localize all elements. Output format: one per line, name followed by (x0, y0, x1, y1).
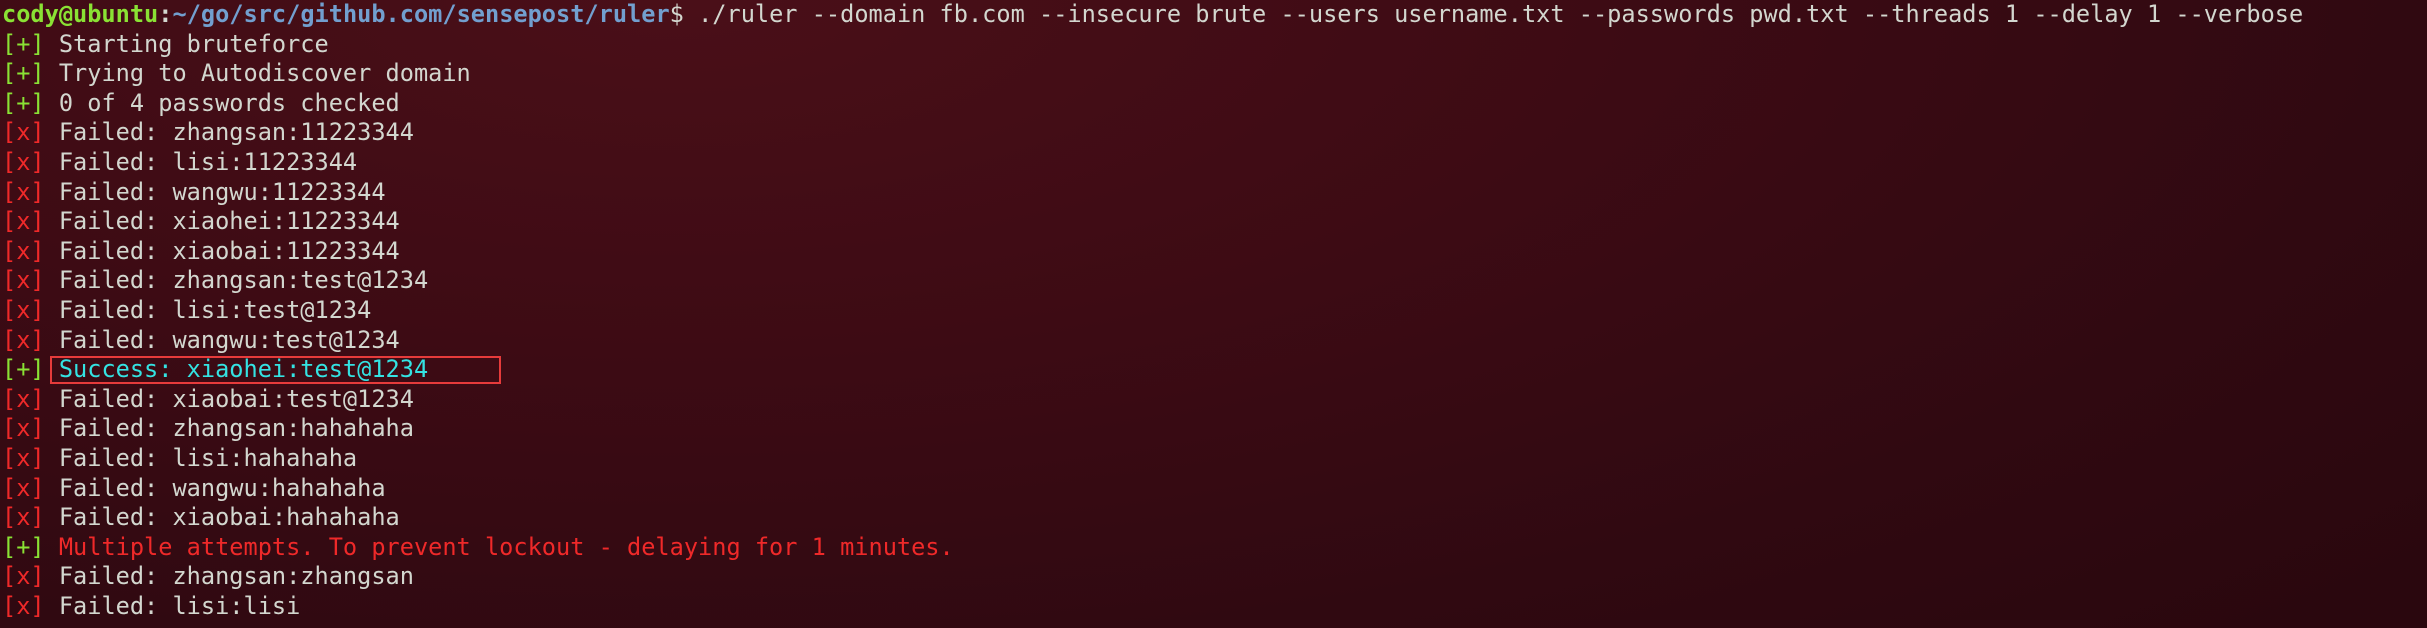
output-line-success: [+] Success: xiaohei:test@1234 (2, 355, 2427, 385)
output-line: [x] Failed: zhangsan:11223344 (2, 118, 2427, 148)
line-message: Failed: lisi:test@1234 (44, 295, 372, 324)
command-text: ./ruler --domain fb.com --insecure brute… (683, 0, 2304, 28)
prompt-path: ~/go/src/github.com/sensepost/ruler (172, 0, 670, 28)
output-line: [x] Failed: wangwu:hahahaha (2, 474, 2427, 504)
line-message: Failed: zhangsan:test@1234 (44, 266, 429, 295)
line-message: Failed: wangwu:hahahaha (44, 473, 386, 502)
output-line: [x] Failed: lisi:test@1234 (2, 296, 2427, 326)
output-line: [x] Failed: wangwu:test@1234 (2, 326, 2427, 356)
line-message: Failed: lisi:hahahaha (44, 443, 358, 472)
prompt-symbol: $ (669, 0, 684, 28)
ok-tag: [+] (2, 532, 45, 561)
fail-tag: [x] (2, 207, 45, 236)
terminal-window[interactable]: cody@ubuntu:~/go/src/github.com/sensepos… (0, 0, 2427, 628)
line-message: Failed: zhangsan:hahahaha (44, 414, 414, 443)
fail-tag: [x] (2, 177, 45, 206)
fail-tag: [x] (2, 118, 45, 147)
output-line: [x] Failed: wangwu:11223344 (2, 178, 2427, 208)
line-message: Failed: wangwu:11223344 (44, 177, 386, 206)
fail-tag: [x] (2, 384, 45, 413)
output-line: [+] 0 of 4 passwords checked (2, 89, 2427, 119)
fail-tag: [x] (2, 295, 45, 324)
output-line: [x] Failed: lisi:hahahaha (2, 444, 2427, 474)
line-message: 0 of 4 passwords checked (44, 88, 400, 117)
prompt-user-host: cody@ubuntu (2, 0, 159, 28)
fail-tag: [x] (2, 414, 45, 443)
terminal-output: [+] Starting bruteforce [+] Trying to Aut… (2, 30, 2427, 622)
line-message: Multiple attempts. To prevent lockout - … (44, 532, 954, 561)
fail-tag: [x] (2, 266, 45, 295)
output-line: [+] Starting bruteforce (2, 30, 2427, 60)
fail-tag: [x] (2, 503, 45, 532)
ok-tag: [+] (2, 355, 45, 384)
line-message: Failed: zhangsan:11223344 (44, 118, 414, 147)
output-line: [x] Failed: zhangsan:test@1234 (2, 266, 2427, 296)
output-line: [x] Failed: xiaobai:hahahaha (2, 503, 2427, 533)
output-line: [x] Failed: lisi:11223344 (2, 148, 2427, 178)
line-message: Failed: lisi:lisi (44, 591, 301, 620)
fail-tag: [x] (2, 325, 45, 354)
line-message: Failed: xiaobai:hahahaha (44, 503, 400, 532)
line-message: Success: xiaohei:test@1234 (44, 355, 429, 384)
line-message: Failed: lisi:11223344 (44, 147, 358, 176)
line-message: Failed: xiaohei:11223344 (44, 207, 400, 236)
fail-tag: [x] (2, 473, 45, 502)
output-line: [x] Failed: xiaohei:11223344 (2, 207, 2427, 237)
fail-tag: [x] (2, 591, 45, 620)
line-message: Failed: wangwu:test@1234 (44, 325, 400, 354)
output-line: [x] Failed: xiaobai:test@1234 (2, 385, 2427, 415)
ok-tag: [+] (2, 29, 45, 58)
line-message: Failed: xiaobai:11223344 (44, 236, 400, 265)
line-message: Failed: xiaobai:test@1234 (44, 384, 414, 413)
prompt-line: cody@ubuntu:~/go/src/github.com/sensepos… (2, 0, 2427, 30)
fail-tag: [x] (2, 443, 45, 472)
line-message: Starting bruteforce (44, 29, 329, 58)
output-line: [x] Failed: zhangsan:hahahaha (2, 414, 2427, 444)
prompt-colon: : (158, 0, 173, 28)
line-message: Failed: zhangsan:zhangsan (44, 562, 414, 591)
ok-tag: [+] (2, 59, 45, 88)
ok-tag: [+] (2, 88, 45, 117)
output-line-warning: [+] Multiple attempts. To prevent lockou… (2, 533, 2427, 563)
fail-tag: [x] (2, 236, 45, 265)
fail-tag: [x] (2, 147, 45, 176)
output-line: [+] Trying to Autodiscover domain (2, 59, 2427, 89)
line-message: Trying to Autodiscover domain (44, 59, 471, 88)
output-line: [x] Failed: lisi:lisi (2, 592, 2427, 622)
output-line: [x] Failed: zhangsan:zhangsan (2, 562, 2427, 592)
output-line: [x] Failed: xiaobai:11223344 (2, 237, 2427, 267)
fail-tag: [x] (2, 562, 45, 591)
